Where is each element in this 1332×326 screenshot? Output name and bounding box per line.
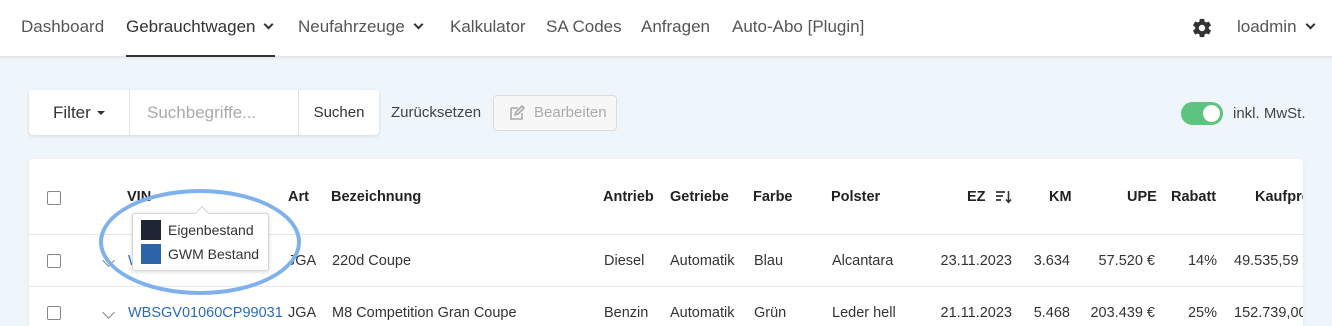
cell-ez: 23.11.2023 [940, 253, 1013, 269]
cell-kaufpreis: 49.535,59 [1234, 253, 1299, 269]
cell-upe: 57.520 € [1098, 253, 1155, 269]
nav-dashboard[interactable]: Dashboard [21, 0, 104, 57]
cell-art: JGA [288, 253, 317, 269]
cell-antrieb: Benzin [604, 305, 649, 321]
row-checkbox[interactable] [47, 306, 61, 320]
nav-auto-abo-label: Auto-Abo [Plugin] [732, 17, 865, 36]
col-kaufpreis[interactable]: Kaufpre [1255, 159, 1303, 235]
col-bezeichnung[interactable]: Bezeichnung [331, 159, 421, 235]
gear-icon[interactable] [1191, 17, 1213, 39]
cell-kaufpreis: 152.739,00 [1234, 305, 1303, 321]
nav-anfragen[interactable]: Anfragen [641, 0, 710, 57]
cell-km: 3.634 [1033, 253, 1070, 269]
chevron-down-icon [264, 19, 274, 30]
cell-getriebe: Automatik [670, 253, 735, 269]
nav-kalkulator[interactable]: Kalkulator [450, 0, 526, 57]
top-navigation: Dashboard Gebrauchtwagen Neufahrzeuge Ka… [0, 0, 1332, 57]
user-menu[interactable]: loadmin [1237, 0, 1315, 57]
expand-chevron-icon[interactable] [102, 306, 115, 319]
nav-anfragen-label: Anfragen [641, 17, 710, 36]
nav-sa-codes[interactable]: SA Codes [546, 0, 622, 57]
cell-upe: 203.439 € [1090, 305, 1155, 321]
cell-getriebe: Automatik [670, 305, 735, 321]
cell-bezeichnung: M8 Competition Gran Coupe [332, 305, 517, 321]
sort-descending-icon[interactable] [995, 190, 1012, 204]
nav-neufahrzeuge-label: Neufahrzeuge [298, 17, 405, 36]
chevron-down-icon [413, 19, 424, 30]
search-button[interactable]: Suchen [298, 90, 379, 135]
col-antrieb[interactable]: Antrieb [603, 159, 654, 235]
cell-rabatt: 14% [1187, 253, 1217, 269]
col-rabatt[interactable]: Rabatt [1171, 159, 1216, 235]
legend-item-eigenbestand: Eigenbestand [141, 219, 254, 241]
cell-polster: Alcantara [832, 253, 894, 269]
toggle-knob [1203, 105, 1220, 122]
row-checkbox[interactable] [47, 254, 61, 268]
search-input[interactable] [130, 90, 298, 135]
nav-gebrauchtwagen-label: Gebrauchtwagen [126, 17, 256, 36]
vin-link[interactable]: WBSGV01060CP99031 [128, 287, 283, 326]
cell-rabatt: 25% [1187, 305, 1217, 321]
nav-gebrauchtwagen[interactable]: Gebrauchtwagen [126, 0, 275, 57]
col-getriebe[interactable]: Getriebe [670, 159, 729, 235]
cell-antrieb: Diesel [604, 253, 645, 269]
expand-chevron-icon[interactable] [102, 254, 115, 267]
nav-neufahrzeuge[interactable]: Neufahrzeuge [298, 0, 424, 57]
cell-art: JGA [288, 305, 317, 321]
col-farbe[interactable]: Farbe [753, 159, 793, 235]
col-art[interactable]: Art [288, 159, 309, 235]
select-all-checkbox[interactable] [47, 191, 61, 205]
search-bar: Filter Suchen [29, 90, 379, 135]
nav-kalkulator-label: Kalkulator [450, 17, 526, 36]
vat-label: inkl. MwSt. [1233, 105, 1306, 122]
cell-km: 5.468 [1033, 305, 1070, 321]
vat-toggle[interactable] [1181, 102, 1223, 125]
cell-farbe: Blau [754, 253, 784, 269]
col-polster[interactable]: Polster [831, 159, 880, 235]
edit-button[interactable]: Bearbeiten [493, 95, 617, 131]
legend-item-gwm-bestand: GWM Bestand [141, 243, 259, 265]
col-km[interactable]: KM [1049, 159, 1072, 235]
edit-label: Bearbeiten [534, 104, 607, 121]
chevron-down-icon [1305, 19, 1315, 30]
cell-farbe: Grün [754, 305, 787, 321]
table-row[interactable]: WBSGV01060CP99031 JGA M8 Competition Gra… [29, 287, 1303, 326]
nav-sa-codes-label: SA Codes [546, 17, 622, 36]
color-swatch [141, 244, 161, 264]
nav-dashboard-label: Dashboard [21, 17, 105, 36]
legend-label: Eigenbestand [168, 222, 254, 238]
reset-button[interactable]: Zurücksetzen [391, 90, 481, 135]
legend-label: GWM Bestand [168, 246, 260, 262]
nav-auto-abo[interactable]: Auto-Abo [Plugin] [732, 0, 864, 57]
stock-legend-tooltip: Eigenbestand GWM Bestand [132, 205, 269, 271]
user-name: loadmin [1237, 17, 1297, 36]
filter-dropdown[interactable]: Filter [29, 90, 130, 135]
filter-label: Filter [53, 103, 91, 122]
cell-polster: Leder hell [832, 305, 896, 321]
col-ez[interactable]: EZ [967, 159, 986, 235]
edit-icon [510, 105, 525, 120]
col-upe[interactable]: UPE [1127, 159, 1157, 235]
cell-ez: 21.11.2023 [940, 305, 1013, 321]
cell-bezeichnung: 220d Coupe [332, 253, 412, 269]
caret-down-icon [96, 111, 105, 115]
color-swatch [141, 220, 161, 240]
